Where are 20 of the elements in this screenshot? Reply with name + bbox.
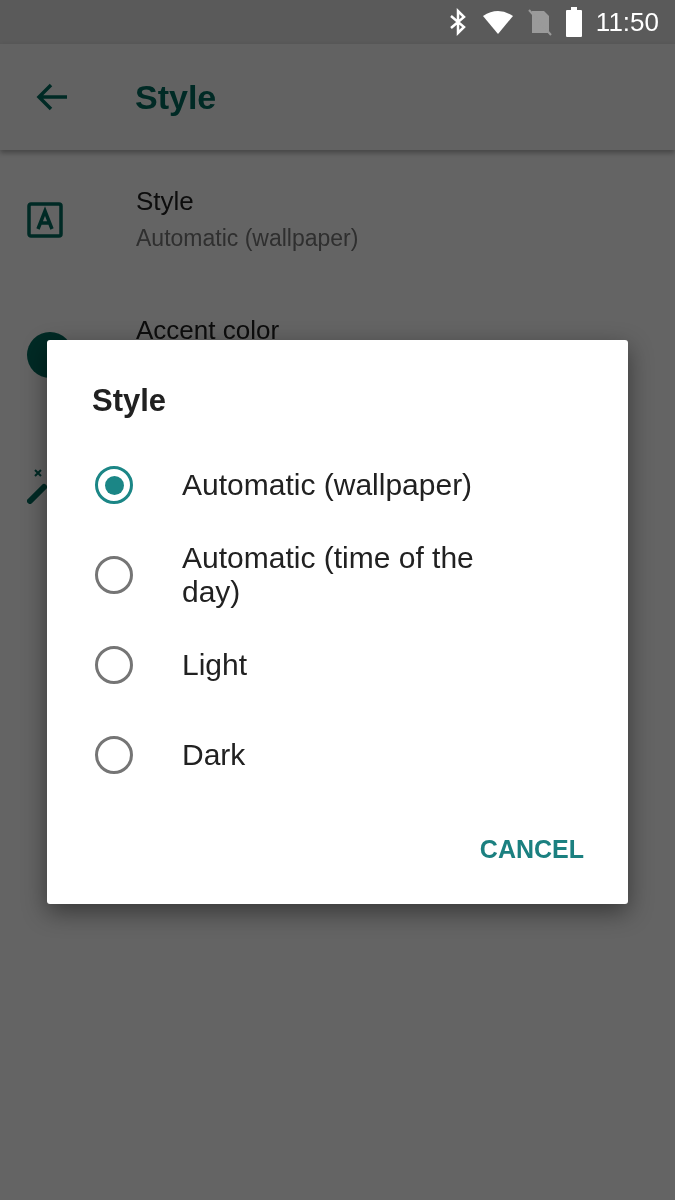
no-sim-icon [527, 8, 552, 36]
option-label[interactable]: Dark [182, 738, 512, 772]
cancel-button[interactable]: CANCEL [457, 825, 606, 874]
option-label[interactable]: Automatic (time of the day) [182, 541, 512, 609]
radio-button[interactable] [95, 646, 133, 684]
wifi-icon [481, 10, 514, 34]
option-label[interactable]: Automatic (wallpaper) [182, 468, 512, 502]
clock: 11:50 [595, 6, 659, 38]
screen-title: Style [135, 77, 217, 117]
setting-title: Accent color [136, 315, 280, 346]
back-arrow-icon [35, 82, 69, 112]
radio-button[interactable] [95, 736, 133, 774]
wand-icon [27, 468, 47, 504]
text-style-icon [27, 202, 63, 238]
radio-button[interactable] [95, 556, 133, 594]
option-label[interactable]: Light [182, 648, 512, 682]
dialog-title: Style [92, 382, 168, 420]
radio-button[interactable] [95, 466, 133, 504]
setting-title: Style [136, 186, 195, 217]
battery-icon [565, 7, 582, 37]
